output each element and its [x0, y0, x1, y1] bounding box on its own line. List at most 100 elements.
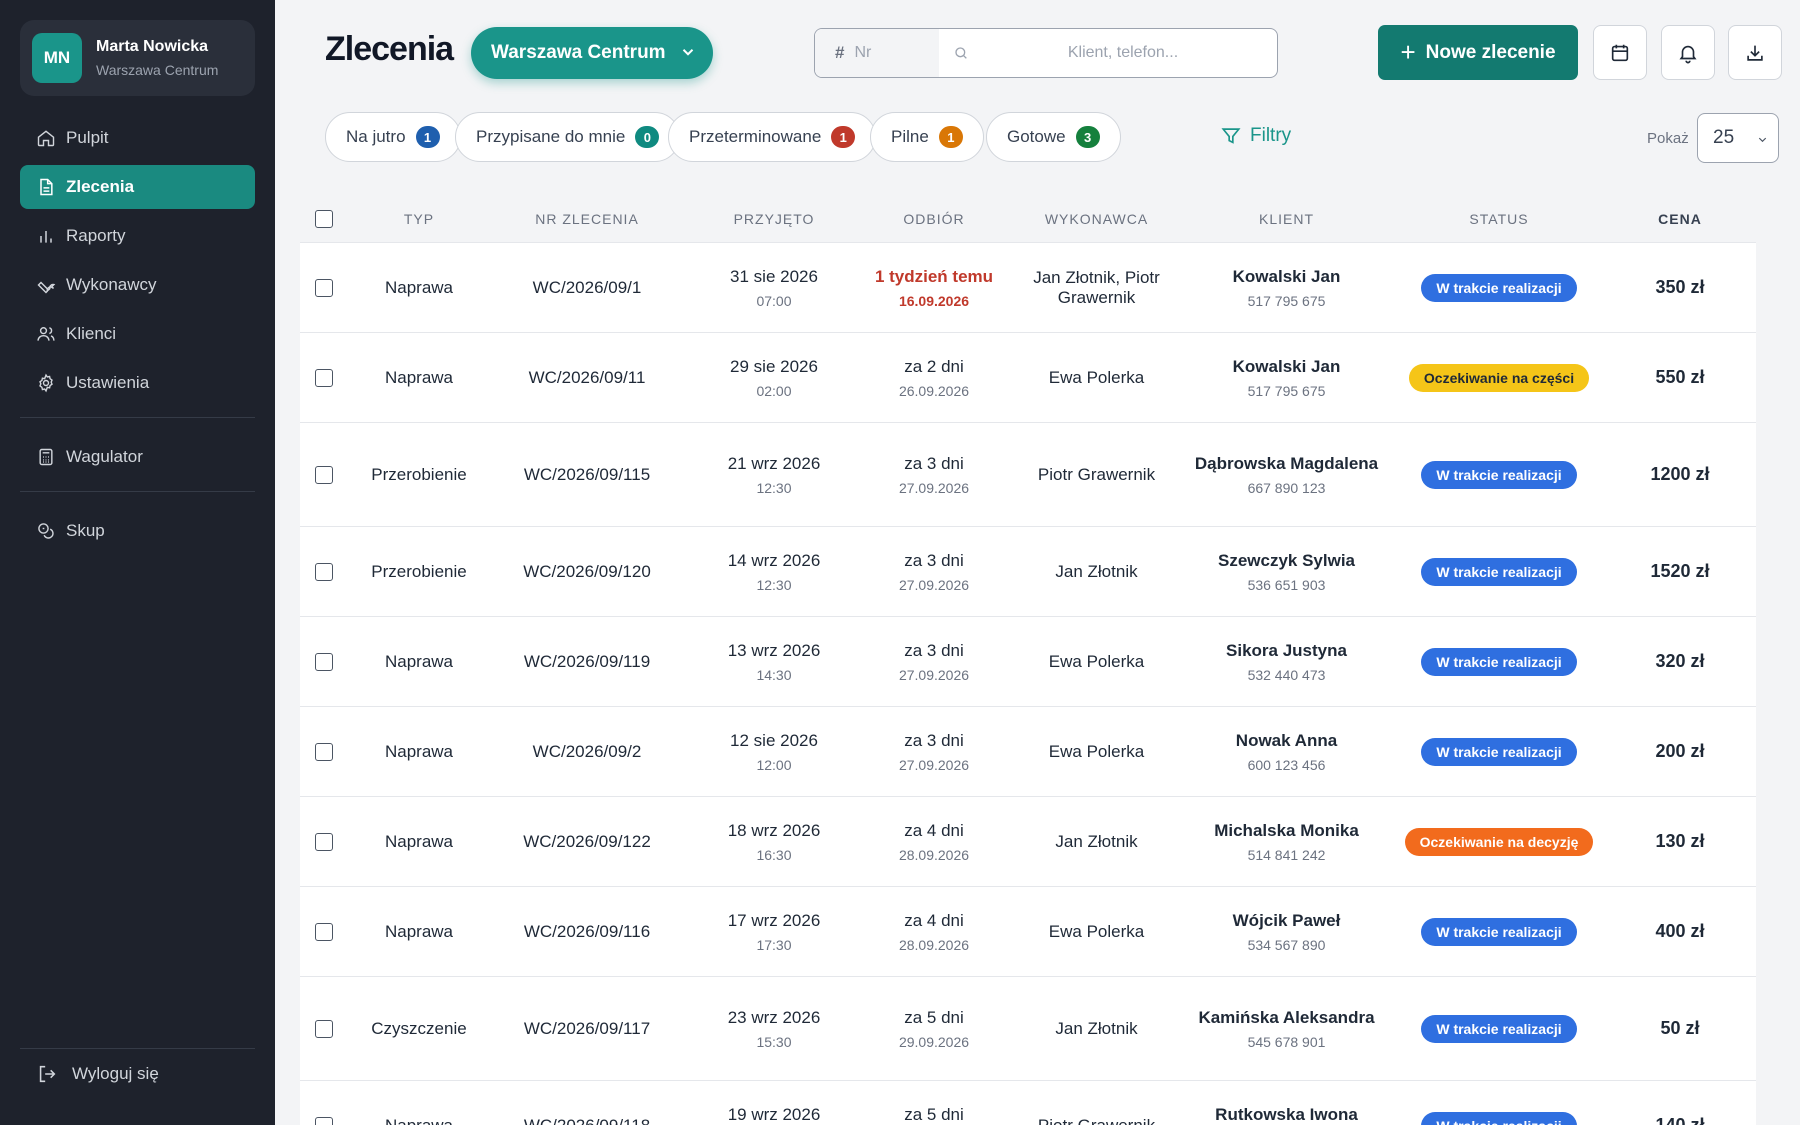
client-name[interactable]: Nowak Anna	[1189, 731, 1384, 751]
pickup-relative: za 5 dni	[904, 1007, 964, 1027]
client-name[interactable]: Wójcik Paweł	[1189, 911, 1384, 931]
order-number[interactable]: WC/2026/09/2	[490, 742, 684, 762]
row-checkbox[interactable]	[315, 742, 333, 761]
client-search-input[interactable]: Klient, telefon...	[939, 29, 1277, 77]
order-number[interactable]: WC/2026/09/122	[490, 832, 684, 852]
row-checkbox[interactable]	[315, 832, 333, 851]
sidebar-item-klienci[interactable]: Klienci	[20, 312, 255, 356]
column-header-received[interactable]: PRZYJĘTO	[684, 211, 864, 227]
client-name[interactable]: Szewczyk Sylwia	[1189, 551, 1384, 571]
plus-icon: +	[1400, 37, 1416, 67]
orders-table: TYP NR ZLECENIA PRZYJĘTO ODBIÓR WYKONAWC…	[300, 195, 1756, 1125]
logout-label: Wyloguj się	[72, 1064, 159, 1083]
client: Kowalski Jan 517 795 675	[1189, 267, 1384, 309]
client-name[interactable]: Dąbrowska Magdalena	[1189, 454, 1384, 474]
order-number[interactable]: WC/2026/09/120	[490, 562, 684, 582]
logout-button[interactable]: Wyloguj się	[20, 1048, 255, 1085]
client-name[interactable]: Kowalski Jan	[1189, 357, 1384, 377]
order-number[interactable]: WC/2026/09/115	[490, 465, 684, 485]
page-size-label: Pokaż	[1647, 130, 1689, 147]
row-checkbox[interactable]	[315, 465, 333, 484]
filters-button[interactable]: Filtry	[1220, 125, 1291, 147]
filter-chip-urgent[interactable]: Pilne 1	[870, 112, 984, 162]
table-row[interactable]: Czyszczenie WC/2026/09/117 23 wrz 2026 15:3…	[300, 977, 1756, 1081]
table-row[interactable]: NaprawaWC/2026/09/11819 wrz 202610:00za …	[300, 1081, 1756, 1125]
sidebar-item-wagulator[interactable]: Wagulator	[20, 435, 255, 479]
row-checkbox[interactable]	[315, 278, 333, 297]
table-row[interactable]: Naprawa WC/2026/09/2 12 sie 2026 12:00 za 3 …	[300, 707, 1756, 797]
table-row[interactable]: Przerobienie WC/2026/09/120 14 wrz 2026 12:…	[300, 527, 1756, 617]
sidebar-item-wykonawcy[interactable]: Wykonawcy	[20, 263, 255, 307]
filter-chip-ready[interactable]: Gotowe 3	[986, 112, 1121, 162]
price: 50 zł	[1660, 1018, 1700, 1038]
table-row[interactable]: Naprawa WC/2026/09/119 13 wrz 2026 14:30 za …	[300, 617, 1756, 707]
order-number[interactable]: WC/2026/09/118	[490, 1116, 684, 1125]
order-number-input[interactable]: # Nr	[815, 29, 939, 77]
column-header-pickup[interactable]: ODBIÓR	[864, 211, 1004, 227]
location-selector[interactable]: Warszawa Centrum	[471, 27, 713, 79]
client-phone: 517 795 675	[1247, 382, 1326, 399]
pickup-relative: za 2 dni	[904, 356, 964, 376]
new-order-label: Nowe zlecenie	[1425, 41, 1556, 63]
client-search-placeholder: Klient, telefon...	[1067, 44, 1179, 61]
column-header-executor[interactable]: WYKONAWCA	[1004, 211, 1189, 227]
column-header-client[interactable]: KLIENT	[1189, 211, 1384, 227]
received-date-value: 18 wrz 2026	[727, 820, 821, 840]
notifications-button[interactable]	[1661, 25, 1715, 80]
sidebar-item-ustawienia[interactable]: Ustawienia	[20, 361, 255, 405]
row-checkbox[interactable]	[315, 562, 333, 581]
table-row[interactable]: Naprawa WC/2026/09/122 18 wrz 2026 16:30 za …	[300, 797, 1756, 887]
page-size-value: 25	[1713, 127, 1735, 148]
client-phone: 667 890 123	[1247, 479, 1326, 496]
pickup-date: za 3 dni 27.09.2026	[864, 551, 1004, 593]
client-name[interactable]: Kowalski Jan	[1189, 267, 1384, 287]
order-type: Naprawa	[384, 367, 454, 387]
user-profile[interactable]: MN Marta Nowicka Warszawa Centrum	[20, 20, 255, 96]
table-row[interactable]: Naprawa WC/2026/09/11 29 sie 2026 02:00 za 2…	[300, 333, 1756, 423]
pickup-date: 1 tydzień temu 16.09.2026	[864, 267, 1004, 309]
filter-chip-overdue[interactable]: Przeterminowane 1	[668, 112, 877, 162]
received-date-value: 13 wrz 2026	[727, 640, 821, 660]
pickup-date: za 5 dni 29.09.2026	[864, 1008, 1004, 1050]
calendar-button[interactable]	[1593, 25, 1647, 80]
client-name[interactable]: Michalska Monika	[1189, 821, 1384, 841]
table-row[interactable]: Naprawa WC/2026/09/1 31 sie 2026 07:00 1 tyd…	[300, 243, 1756, 333]
row-checkbox[interactable]	[315, 922, 333, 941]
table-row[interactable]: Naprawa WC/2026/09/116 17 wrz 2026 17:30 za …	[300, 887, 1756, 977]
order-number[interactable]: WC/2026/09/1	[490, 278, 684, 298]
sidebar-nav: Pulpit Zlecenia Raporty Wykonawcy Klienc…	[20, 116, 255, 553]
sidebar-item-raporty[interactable]: Raporty	[20, 214, 255, 258]
client-name[interactable]: Sikora Justyna	[1189, 641, 1384, 661]
executor: Piotr Grawernik	[1037, 464, 1156, 484]
client-name[interactable]: Kamińska Aleksandra	[1189, 1008, 1384, 1028]
row-checkbox[interactable]	[315, 1019, 333, 1038]
filter-chip-tomorrow[interactable]: Na jutro 1	[325, 112, 461, 162]
filter-chip-assigned-to-me[interactable]: Przypisane do mnie 0	[455, 112, 681, 162]
client: Wójcik Paweł 534 567 890	[1189, 911, 1384, 953]
row-checkbox[interactable]	[315, 368, 333, 387]
client-name[interactable]: Rutkowska Iwona	[1189, 1105, 1384, 1125]
table-row[interactable]: Przerobienie WC/2026/09/115 21 wrz 2026 12:…	[300, 423, 1756, 527]
column-header-order-number[interactable]: NR ZLECENIA	[490, 211, 684, 227]
column-header-status[interactable]: STATUS	[1384, 211, 1614, 227]
order-number[interactable]: WC/2026/09/117	[490, 1019, 684, 1039]
order-number[interactable]: WC/2026/09/119	[490, 652, 684, 672]
order-number[interactable]: WC/2026/09/11	[490, 368, 684, 388]
row-checkbox[interactable]	[315, 1116, 333, 1125]
order-number[interactable]: WC/2026/09/116	[490, 922, 684, 942]
download-button[interactable]	[1728, 25, 1782, 80]
received-time: 16:30	[756, 846, 792, 863]
row-checkbox[interactable]	[315, 652, 333, 671]
select-all-checkbox[interactable]	[315, 209, 333, 228]
sidebar-item-zlecenia[interactable]: Zlecenia	[20, 165, 255, 209]
column-header-type[interactable]: TYP	[348, 211, 490, 227]
sidebar-item-pulpit[interactable]: Pulpit	[20, 116, 255, 160]
received-date: 13 wrz 2026 14:30	[684, 641, 864, 683]
new-order-button[interactable]: + Nowe zlecenie	[1378, 25, 1578, 80]
page-size-select[interactable]: 25	[1697, 113, 1779, 163]
column-header-price[interactable]: CENA	[1614, 211, 1746, 227]
sidebar-item-skup[interactable]: Skup	[20, 509, 255, 553]
status-badge: W trakcie realizacji	[1421, 1014, 1577, 1043]
executor: Ewa Polerka	[1048, 921, 1145, 941]
client: Sikora Justyna 532 440 473	[1189, 641, 1384, 683]
